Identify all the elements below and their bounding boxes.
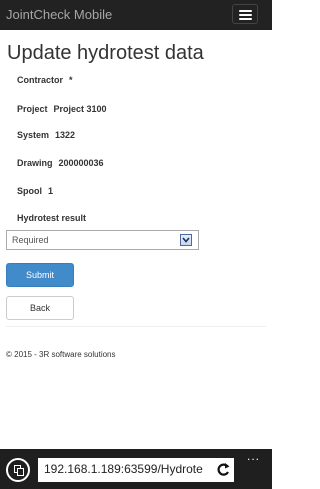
hamburger-icon[interactable]	[232, 4, 258, 24]
chevron-down-icon[interactable]	[180, 234, 192, 246]
system-value: 1322	[55, 130, 76, 140]
menu-bar	[239, 14, 252, 16]
select-value: Required	[12, 235, 49, 245]
contractor-label: Contractor	[17, 75, 64, 85]
spool-label: Spool	[17, 186, 42, 196]
footer-text: © 2015 - 3R software solutions	[6, 350, 116, 359]
hydrotest-result-select[interactable]: Required	[6, 230, 199, 250]
hydrotest-result-label: Hydrotest result	[17, 213, 87, 223]
drawing-label: Drawing	[17, 158, 53, 168]
system-field: System 1322	[17, 130, 75, 140]
contractor-field: Contractor *	[17, 75, 73, 85]
url-field[interactable]: 192.168.1.189:63599/Hydrote	[38, 458, 234, 482]
project-field: Project Project 3100	[17, 104, 107, 114]
spool-field: Spool 1	[17, 186, 53, 196]
divider	[6, 326, 266, 327]
tab-square	[17, 468, 24, 476]
page-title: Update hydrotest data	[7, 42, 204, 64]
app-brand[interactable]: JointCheck Mobile	[6, 7, 112, 22]
contractor-value: *	[69, 75, 73, 85]
navbar: JointCheck Mobile	[0, 0, 272, 30]
tabs-icon[interactable]	[6, 458, 30, 482]
system-label: System	[17, 130, 50, 140]
menu-bar	[239, 18, 252, 20]
spool-value: 1	[48, 186, 54, 196]
browser-address-bar: 192.168.1.189:63599/Hydrote ...	[0, 449, 272, 489]
drawing-value: 200000036	[58, 158, 104, 168]
refresh-icon[interactable]	[215, 461, 232, 479]
project-label: Project	[17, 104, 48, 114]
menu-bar	[239, 10, 252, 12]
url-text: 192.168.1.189:63599/Hydrote	[44, 462, 203, 476]
project-value: Project 3100	[53, 104, 107, 114]
drawing-field: Drawing 200000036	[17, 158, 104, 168]
more-options-icon[interactable]: ...	[247, 449, 260, 463]
submit-button[interactable]: Submit	[6, 263, 74, 287]
back-button[interactable]: Back	[6, 296, 74, 320]
